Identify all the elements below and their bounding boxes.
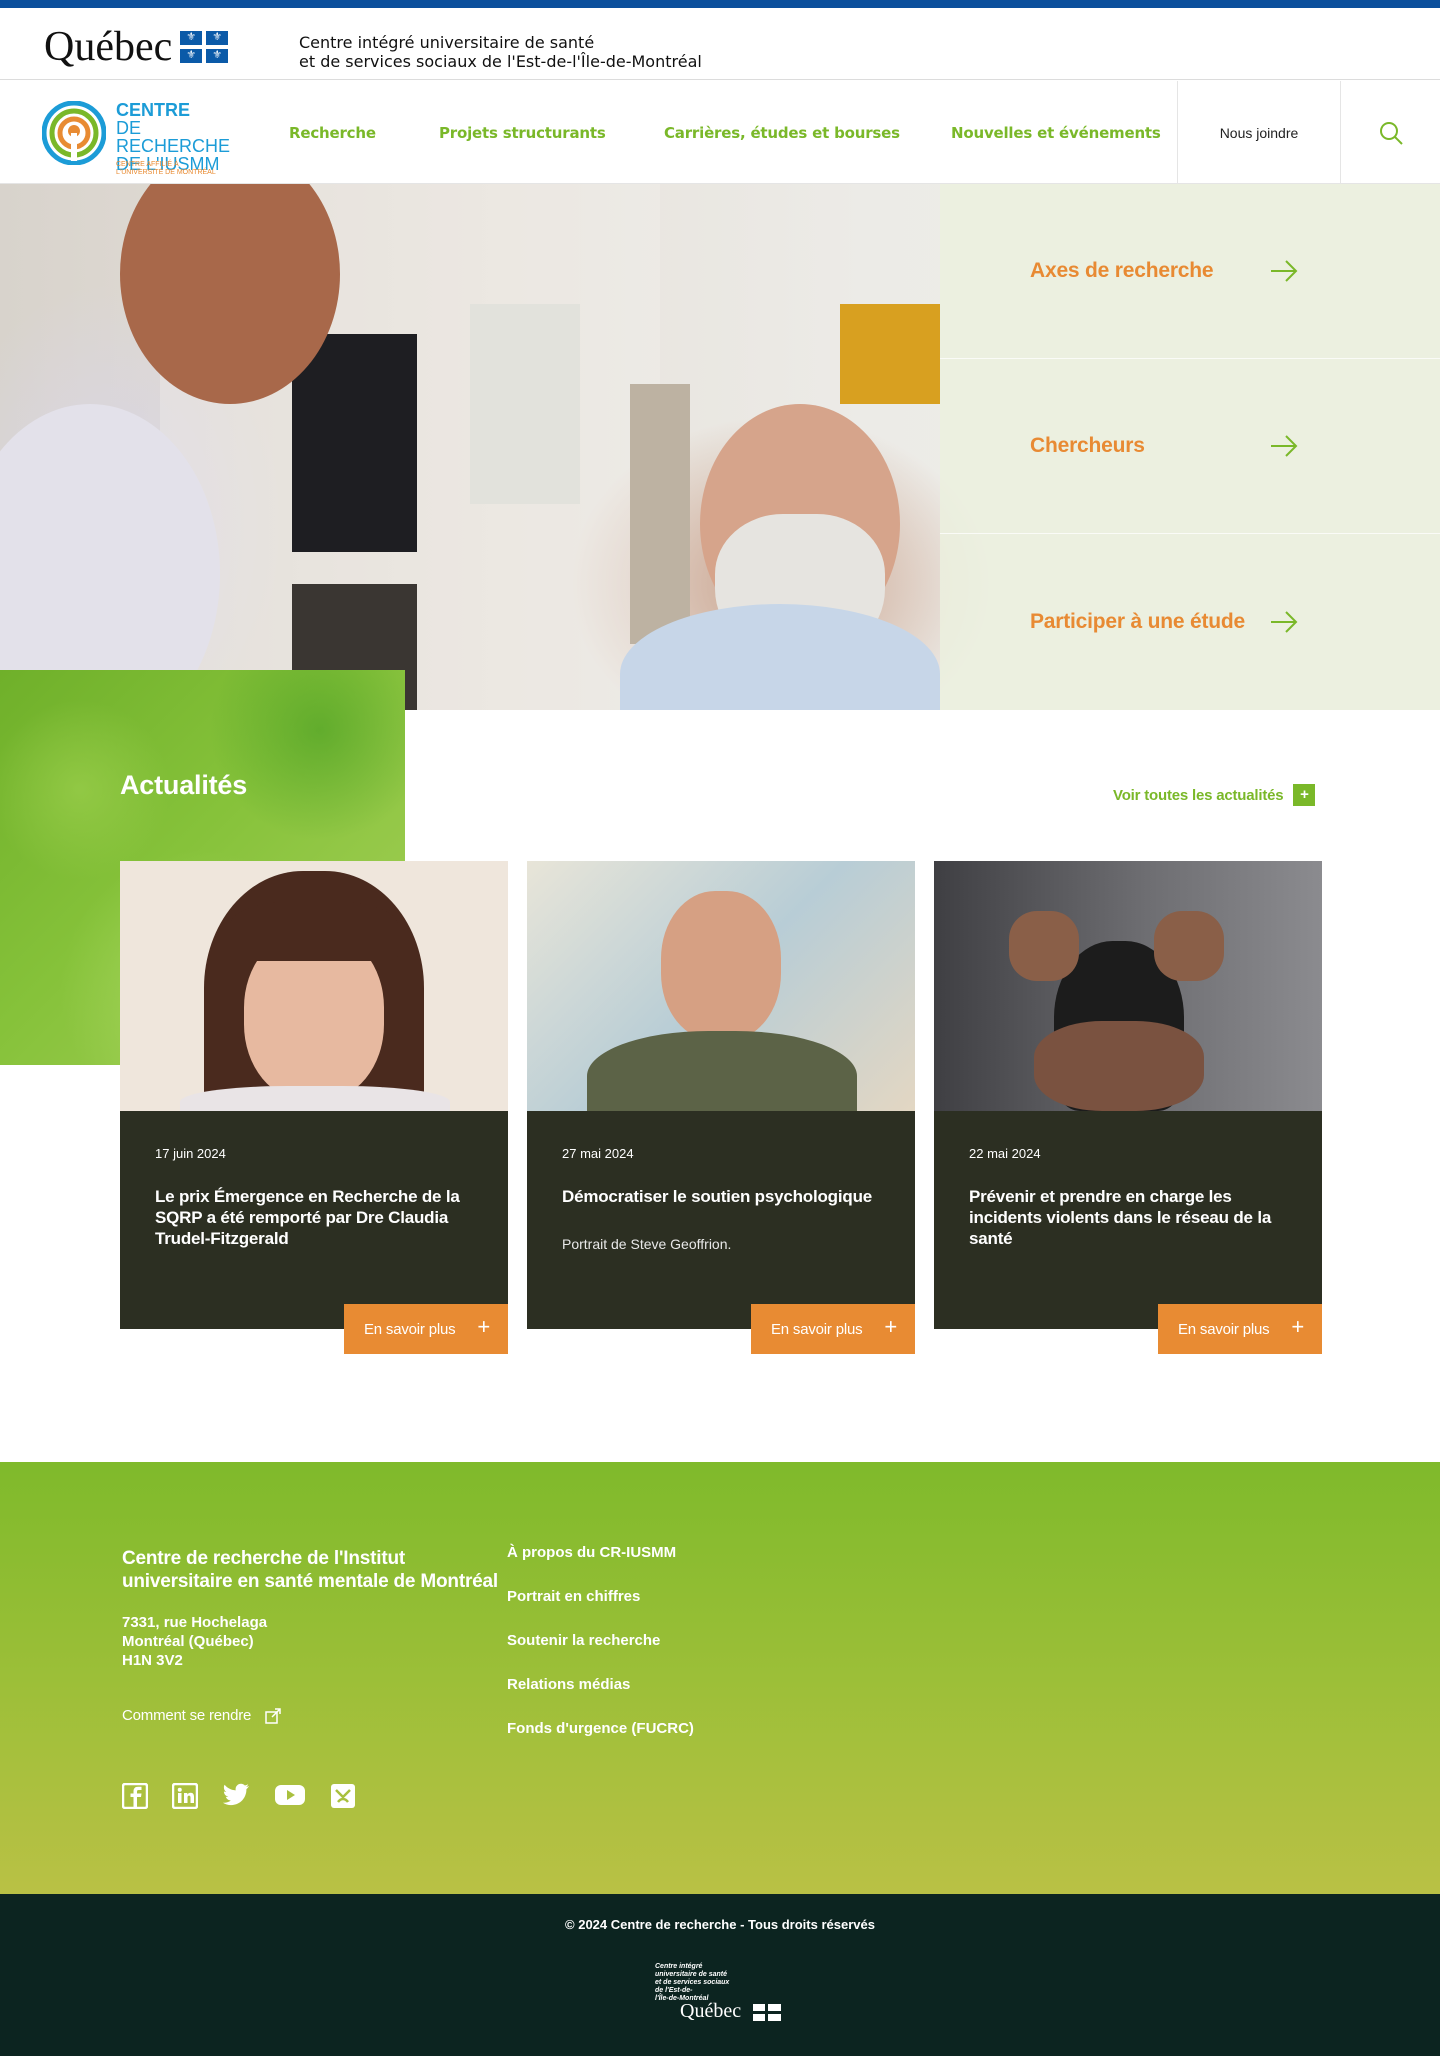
ciusss-line1: Centre intégré (655, 1963, 703, 1970)
read-more-button[interactable]: En savoir plus + (1158, 1304, 1322, 1354)
footer-link-apropos[interactable]: À propos du CR-IUSMM (507, 1544, 694, 1588)
directions-link[interactable]: Comment se rendre (122, 1707, 281, 1724)
all-news-label: Voir toutes les actualités (1113, 786, 1284, 804)
news-card-photo (120, 861, 508, 1111)
read-more-label: En savoir plus (771, 1320, 863, 1338)
ciusss-line2: universitaire de santé (655, 1971, 727, 1978)
hero-bg-poster (630, 384, 690, 644)
all-news-link[interactable]: Voir toutes les actualités + (1113, 784, 1316, 806)
gov-org-line1: Centre intégré universitaire de santé (299, 33, 595, 52)
main-nav: CENTRE DE RECHERCHE DE L'IUSMM CENTRE AF… (0, 81, 1440, 184)
quebec-wordmark: Québec (44, 24, 173, 70)
footer-address-line2: Montréal (Québec) (122, 1633, 254, 1650)
quebec-flag-icon (753, 2004, 781, 2021)
hero-link-axes-label: Axes de recherche (1030, 259, 1214, 282)
nav-item-nouvelles[interactable]: Nouvelles et événements (951, 124, 1161, 142)
hero-link-axes[interactable]: Axes de recherche (940, 184, 1440, 359)
hero-link-participer[interactable]: Participer à une étude (940, 534, 1440, 709)
facebook-icon[interactable] (121, 1782, 149, 1810)
arrow-right-icon (1271, 435, 1298, 457)
ciusss-text: Centre intégré universitaire de santé et… (655, 1963, 785, 2003)
crc-line2: DE RECHERCHE (116, 118, 231, 156)
hero-banner: Axes de recherche Chercheurs Participer … (0, 184, 1440, 710)
plus-icon: + (1291, 1314, 1304, 1339)
footer-address-line3: H1N 3V2 (122, 1652, 183, 1669)
news-section-title: Actualités (120, 770, 248, 800)
read-more-button[interactable]: En savoir plus + (751, 1304, 915, 1354)
news-card-title[interactable]: Prévenir et prendre en charge les incide… (969, 1186, 1289, 1249)
crc-logo-icon (42, 101, 106, 165)
news-card-body: 17 juin 2024 Le prix Émergence en Recher… (120, 1111, 508, 1329)
external-link-icon (265, 1707, 281, 1724)
crc-tagline1: CENTRE AFFILIÉ À (116, 161, 179, 168)
nav-search-button[interactable] (1340, 81, 1440, 184)
plus-icon: + (1293, 784, 1316, 806)
news-card[interactable]: 22 mai 2024 Prévenir et prendre en charg… (934, 861, 1322, 1354)
arrow-right-icon (1271, 260, 1298, 282)
search-icon (1379, 121, 1403, 145)
hero-bg-poster (292, 334, 417, 552)
news-card-body: 22 mai 2024 Prévenir et prendre en charg… (934, 1111, 1322, 1329)
footer-link-fonds[interactable]: Fonds d'urgence (FUCRC) (507, 1720, 694, 1764)
arrow-right-icon (1271, 610, 1298, 633)
news-card[interactable]: 27 mai 2024 Démocratiser le soutien psyc… (527, 861, 915, 1354)
nav-item-recherche[interactable]: Recherche (289, 124, 376, 142)
ciusss-line4: de l'Est-de- (655, 1987, 693, 1994)
crc-line1: CENTRE (116, 100, 191, 120)
social-links (121, 1782, 356, 1810)
twitter-icon[interactable] (222, 1783, 250, 1809)
site-footer (0, 1462, 1440, 1894)
directions-label: Comment se rendre (122, 1707, 252, 1724)
footer-org-name: Centre de recherche de l'Institut univer… (122, 1548, 498, 1592)
hero-link-participer-label: Participer à une étude (1030, 609, 1246, 633)
plus-icon: + (477, 1314, 490, 1339)
news-card-photo (934, 861, 1322, 1111)
nav-join-button[interactable]: Nous joindre (1177, 81, 1340, 184)
crc-logo[interactable]: CENTRE DE RECHERCHE DE L'IUSMM CENTRE AF… (42, 91, 257, 177)
news-card-date: 22 mai 2024 (969, 1146, 1041, 1161)
news-card-photo (527, 861, 915, 1111)
footer-address-line1: 7331, rue Hochelaga (122, 1614, 268, 1631)
read-more-label: En savoir plus (364, 1320, 456, 1338)
footer-link-portrait[interactable]: Portrait en chiffres (507, 1588, 694, 1632)
youtube-icon[interactable] (274, 1783, 306, 1809)
other-social-icon[interactable] (330, 1783, 356, 1809)
copyright-text: © 2024 Centre de recherche - Tous droits… (565, 1917, 875, 1932)
crc-tagline2: L'UNIVERSITÉ DE MONTRÉAL (116, 169, 216, 176)
nav-item-carrieres[interactable]: Carrières, études et bourses (664, 124, 900, 142)
news-card-date: 27 mai 2024 (562, 1146, 634, 1161)
crc-tagline: CENTRE AFFILIÉ À L'UNIVERSITÉ DE MONTRÉA… (116, 161, 216, 177)
footer-address: 7331, rue Hochelaga Montréal (Québec) H1… (122, 1613, 267, 1670)
news-card-description: Portrait de Steve Geoffrion. (562, 1236, 732, 1252)
hero-bg-poster (840, 304, 940, 404)
linkedin-icon[interactable] (171, 1782, 199, 1810)
hero-bg-poster (470, 304, 580, 504)
news-card-title[interactable]: Démocratiser le soutien psychologique (562, 1186, 882, 1207)
quebec-flag-icon: ⚜ ⚜ ⚜ ⚜ (180, 31, 229, 63)
gov-org-title: Centre intégré universitaire de santé et… (299, 33, 702, 71)
gov-org-line2: et de services sociaux de l'Est-de-l'Île… (299, 52, 702, 71)
nav-join-label: Nous joindre (1219, 124, 1299, 141)
news-card-date: 17 juin 2024 (155, 1146, 226, 1161)
gov-top-stripe (0, 0, 1440, 8)
news-card[interactable]: 17 juin 2024 Le prix Émergence en Recher… (120, 861, 508, 1354)
quebec-logo[interactable]: Québec ⚜ ⚜ ⚜ ⚜ (44, 24, 229, 70)
read-more-label: En savoir plus (1178, 1320, 1270, 1338)
hero-quick-links: Axes de recherche Chercheurs Participer … (940, 184, 1440, 710)
footer-link-medias[interactable]: Relations médias (507, 1676, 694, 1720)
plus-icon: + (884, 1314, 897, 1339)
news-card-title[interactable]: Le prix Émergence en Recherche de la SQR… (155, 1186, 475, 1249)
footer-links: À propos du CR-IUSMM Portrait en chiffre… (507, 1544, 694, 1764)
ciusss-logo[interactable]: Centre intégré universitaire de santé et… (655, 1963, 785, 2023)
news-card-body: 27 mai 2024 Démocratiser le soutien psyc… (527, 1111, 915, 1329)
gov-header: Québec ⚜ ⚜ ⚜ ⚜ Centre intégré universitair… (0, 8, 1440, 80)
hero-link-chercheurs-label: Chercheurs (1030, 434, 1145, 457)
nav-item-projets[interactable]: Projets structurants (439, 124, 606, 142)
ciusss-line3: et de services sociaux (655, 1979, 730, 1986)
quebec-wordmark: Québec (680, 2000, 742, 2022)
footer-link-soutenir[interactable]: Soutenir la recherche (507, 1632, 694, 1676)
read-more-button[interactable]: En savoir plus + (344, 1304, 508, 1354)
hero-link-chercheurs[interactable]: Chercheurs (940, 359, 1440, 534)
